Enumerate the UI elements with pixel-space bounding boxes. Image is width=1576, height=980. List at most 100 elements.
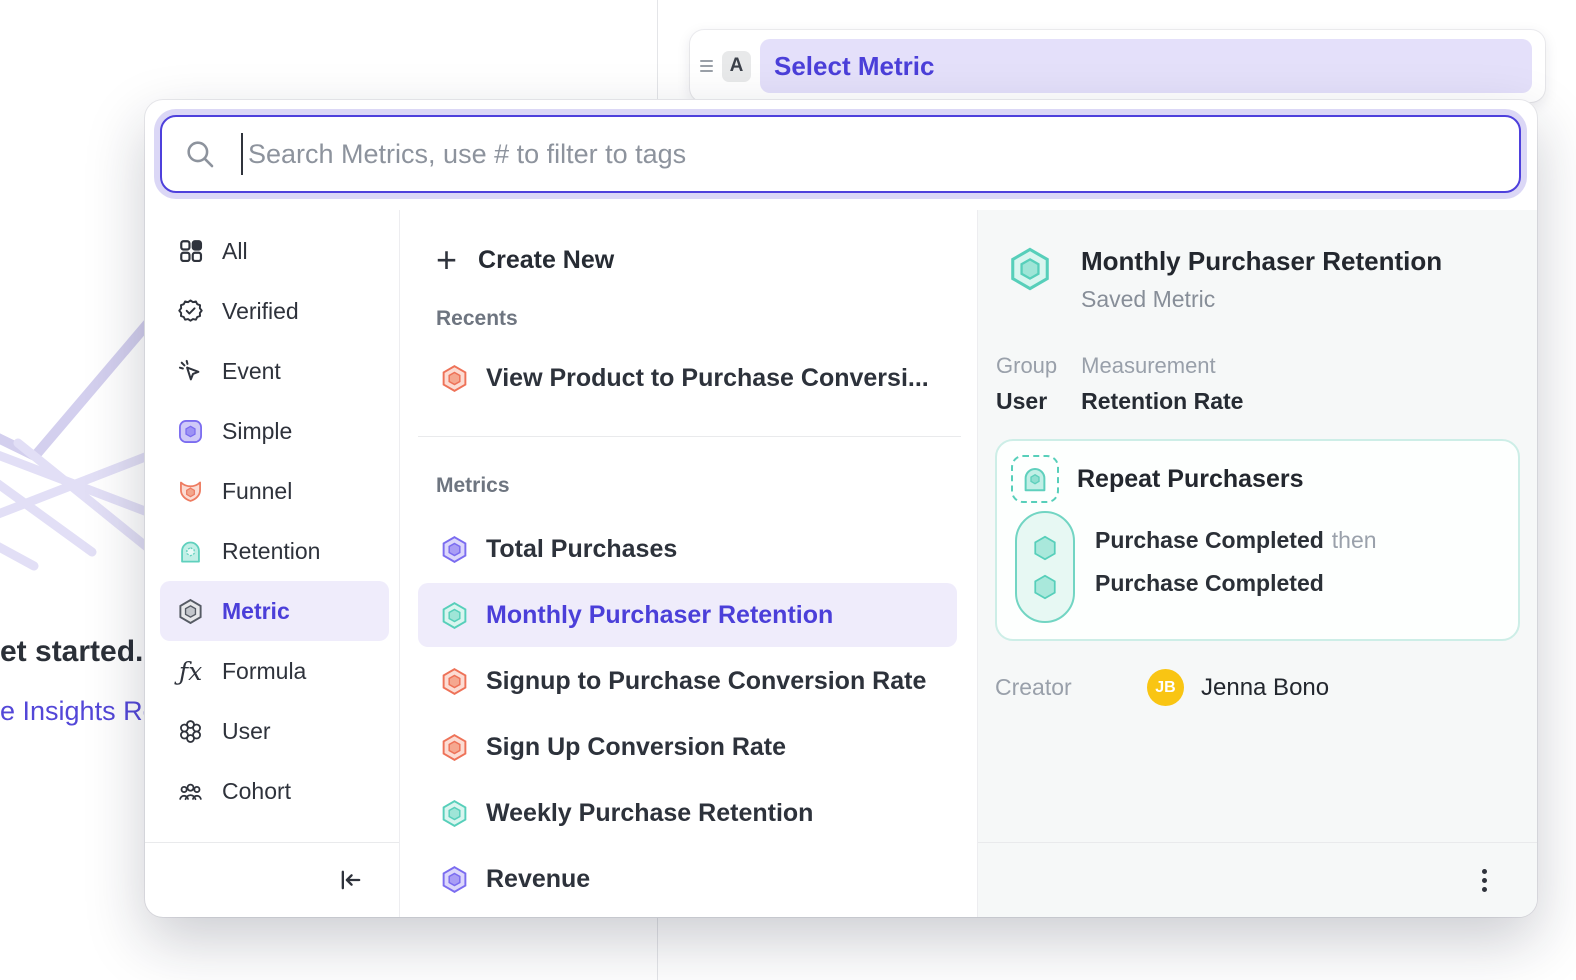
create-new-button[interactable]: + Create New (436, 236, 977, 284)
step-sequence-capsule (1015, 511, 1075, 623)
more-options-button[interactable] (1476, 863, 1493, 898)
sidebar-item-label: Funnel (222, 478, 292, 505)
sidebar-item-simple[interactable]: Simple (160, 401, 389, 461)
simple-metric-icon (440, 535, 469, 564)
retention-metric-icon (440, 799, 469, 828)
user-cluster-icon (177, 718, 204, 745)
sidebar-footer (145, 842, 399, 917)
metric-definition-card: Repeat Purchasers (995, 439, 1520, 641)
measurement-meta: Measurement Retention Rate (1081, 353, 1243, 415)
metric-item-label: Revenue (486, 865, 590, 894)
metric-list-column: + Create New Recents View Product to Pur… (400, 210, 978, 917)
metrics-list: Total Purchases Monthly Purchaser Retent… (400, 517, 977, 911)
simple-metric-icon (177, 418, 204, 445)
step-hexagon-icon (1030, 572, 1060, 602)
category-sidebar: All Verified (145, 210, 400, 917)
picker-columns: All Verified (145, 210, 1537, 917)
details-subtitle: Saved Metric (1081, 286, 1442, 313)
creator-row: Creator JB Jenna Bono (995, 669, 1520, 706)
sidebar-item-label: User (222, 718, 271, 745)
sidebar-item-label: Event (222, 358, 281, 385)
retention-icon (177, 538, 204, 565)
metric-item-weekly-purchase-retention[interactable]: Weekly Purchase Retention (418, 781, 957, 845)
cohort-people-icon (177, 778, 204, 805)
retention-definition-icon (1011, 455, 1059, 503)
sidebar-item-user[interactable]: User (160, 701, 389, 761)
select-metric-label: Select Metric (774, 51, 934, 82)
sidebar-item-label: All (222, 238, 248, 265)
drag-handle-icon[interactable] (700, 60, 713, 72)
measurement-value: Retention Rate (1081, 388, 1243, 415)
metric-item-monthly-purchaser-retention[interactable]: Monthly Purchaser Retention (418, 583, 957, 647)
sidebar-item-formula[interactable]: ƒx Formula (160, 641, 389, 701)
creator-label: Creator (995, 674, 1147, 701)
metric-details-panel: Monthly Purchaser Retention Saved Metric… (978, 210, 1537, 917)
collapse-sidebar-button[interactable] (337, 866, 365, 894)
sidebar-item-all[interactable]: All (160, 221, 389, 281)
sidebar-item-retention[interactable]: Retention (160, 521, 389, 581)
details-header: Monthly Purchaser Retention Saved Metric (995, 246, 1520, 313)
recent-metric-item[interactable]: View Product to Purchase Conversi... (418, 348, 957, 408)
metric-item-signup-to-purchase-conversion-rate[interactable]: Signup to Purchase Conversion Rate (418, 649, 957, 713)
details-title: Monthly Purchaser Retention (1081, 246, 1442, 276)
definition-step-2: Purchase Completed (1095, 570, 1377, 597)
sidebar-item-label: Cohort (222, 778, 291, 805)
verified-badge-icon (177, 298, 204, 325)
sidebar-item-label: Verified (222, 298, 299, 325)
metric-item-revenue[interactable]: Revenue (418, 847, 957, 911)
creator-avatar: JB (1147, 669, 1184, 706)
funnel-metric-icon (440, 364, 469, 393)
group-value: User (996, 388, 1057, 415)
plus-icon: + (436, 244, 457, 276)
metric-item-label: Sign Up Conversion Rate (486, 733, 786, 762)
metric-item-label: Signup to Purchase Conversion Rate (486, 667, 926, 696)
series-label-badge[interactable]: A (722, 51, 751, 82)
step-2-event: Purchase Completed (1095, 570, 1324, 596)
creator-name: Jenna Bono (1201, 674, 1329, 702)
event-cursor-icon (177, 358, 204, 385)
metric-hexagon-icon (177, 598, 204, 625)
group-meta: Group User (996, 353, 1057, 415)
retention-metric-icon-large (1007, 246, 1053, 313)
metric-item-sign-up-conversion-rate[interactable]: Sign Up Conversion Rate (418, 715, 957, 779)
details-footer (978, 842, 1537, 917)
step-connector: then (1332, 527, 1377, 553)
step-1-event: Purchase Completed (1095, 527, 1324, 553)
app-canvas: et started. e Insights Re A Select Metri… (0, 0, 1576, 980)
insights-report-link-fragment[interactable]: e Insights Re (0, 696, 158, 727)
definition-step-1: Purchase Completed then (1095, 527, 1377, 554)
collapse-left-icon (337, 866, 365, 894)
metric-item-total-purchases[interactable]: Total Purchases (418, 517, 957, 581)
search-bar (160, 115, 1521, 193)
metrics-heading: Metrics (436, 473, 977, 499)
step-hexagon-icon (1030, 533, 1060, 563)
group-label: Group (996, 353, 1057, 379)
definition-header: Repeat Purchasers (1011, 455, 1502, 503)
section-divider (418, 436, 961, 437)
sidebar-item-label: Formula (222, 658, 306, 685)
funnel-metric-icon (440, 667, 469, 696)
simple-metric-icon (440, 865, 469, 894)
grid-icon (177, 238, 204, 265)
metric-item-label: Monthly Purchaser Retention (486, 601, 833, 630)
background-headline-fragment: et started. (0, 635, 143, 669)
metric-picker-modal: All Verified (145, 100, 1537, 917)
sidebar-item-funnel[interactable]: Funnel (160, 461, 389, 521)
sidebar-item-cohort[interactable]: Cohort (160, 761, 389, 821)
sidebar-item-metric[interactable]: Metric (160, 581, 389, 641)
sidebar-item-verified[interactable]: Verified (160, 281, 389, 341)
funnel-icon (177, 478, 204, 505)
measurement-label: Measurement (1081, 353, 1243, 379)
recent-metric-label: View Product to Purchase Conversi... (486, 364, 929, 393)
search-input[interactable] (160, 115, 1521, 193)
create-new-label: Create New (478, 246, 614, 275)
metric-item-label: Total Purchases (486, 535, 677, 564)
metric-item-label: Weekly Purchase Retention (486, 799, 813, 828)
sidebar-item-event[interactable]: Event (160, 341, 389, 401)
text-caret (241, 133, 243, 175)
details-meta: Group User Measurement Retention Rate (996, 353, 1520, 415)
definition-title: Repeat Purchasers (1077, 465, 1304, 494)
definition-steps: Purchase Completed then Purchase Complete… (1015, 511, 1502, 623)
select-metric-button[interactable]: Select Metric (760, 39, 1532, 93)
sidebar-item-label: Simple (222, 418, 292, 445)
